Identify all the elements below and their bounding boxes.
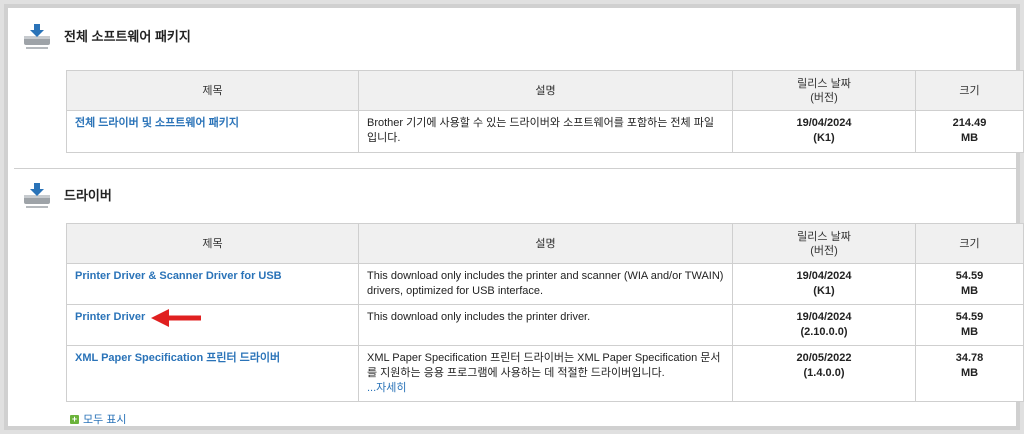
- table-row: Printer Driver & Scanner Driver for USB …: [66, 263, 1024, 305]
- column-header-size: 크기: [915, 70, 1024, 111]
- file-size: 34.78 MB: [915, 345, 1024, 402]
- section-title: 드라이버: [64, 188, 112, 203]
- file-size: 54.59 MB: [915, 304, 1024, 346]
- read-more-link[interactable]: ...자세히: [367, 382, 407, 394]
- download-title-link[interactable]: Printer Driver: [75, 311, 145, 323]
- column-header-description: 설명: [358, 70, 733, 111]
- page-frame: 전체 소프트웨어 패키지 제목 설명 릴리스 날짜 (버전) 크기 전체 드라이…: [4, 4, 1024, 431]
- column-header-title: 제목: [66, 70, 359, 111]
- column-header-title: 제목: [66, 223, 359, 264]
- column-header-release-date: 릴리스 날짜 (버전): [732, 223, 916, 264]
- downloads-table: 제목 설명 릴리스 날짜 (버전) 크기 Printer Driver & Sc…: [66, 223, 1024, 402]
- column-header-description: 설명: [358, 223, 733, 264]
- download-tray-icon: [24, 183, 50, 208]
- file-size: 54.59 MB: [915, 263, 1024, 305]
- section-divider: [14, 168, 1018, 169]
- release-date: 19/04/2024 (K1): [732, 263, 916, 305]
- download-tray-icon: [24, 24, 50, 49]
- full-software-package-section: 전체 소프트웨어 패키지 제목 설명 릴리스 날짜 (버전) 크기 전체 드라이…: [14, 14, 1024, 168]
- download-description: XML Paper Specification 프린터 드라이버는 XML Pa…: [358, 345, 733, 402]
- release-date: 20/05/2022 (1.4.0.0): [732, 345, 916, 402]
- download-title-link[interactable]: 전체 드라이버 및 소프트웨어 패키지: [75, 117, 239, 129]
- download-description: This download only includes the printer …: [358, 304, 733, 346]
- download-title-link[interactable]: Printer Driver & Scanner Driver for USB: [75, 270, 282, 282]
- table-row: XML Paper Specification 프린터 드라이버 XML Pap…: [66, 345, 1024, 402]
- download-description: Brother 기기에 사용할 수 있는 드라이버와 소프트웨어를 포함하는 전…: [358, 110, 733, 153]
- drivers-section: 드라이버 제목 설명 릴리스 날짜 (버전) 크기 Printer Driver…: [14, 173, 1024, 431]
- download-title-link[interactable]: XML Paper Specification 프린터 드라이버: [75, 352, 280, 364]
- download-description: This download only includes the printer …: [358, 263, 733, 305]
- table-row: 전체 드라이버 및 소프트웨어 패키지 Brother 기기에 사용할 수 있는…: [66, 110, 1024, 153]
- column-header-size: 크기: [915, 223, 1024, 264]
- show-all-label: 모두 표시: [83, 414, 127, 426]
- red-arrow-icon: [151, 309, 201, 327]
- table-header-row: 제목 설명 릴리스 날짜 (버전) 크기: [66, 70, 1024, 111]
- release-date: 19/04/2024 (2.10.0.0): [732, 304, 916, 346]
- table-header-row: 제목 설명 릴리스 날짜 (버전) 크기: [66, 223, 1024, 264]
- column-header-release-date: 릴리스 날짜 (버전): [732, 70, 916, 111]
- plus-icon: +: [70, 413, 79, 424]
- table-row: Printer Driver This download only includ…: [66, 304, 1024, 346]
- show-all-link[interactable]: + 모두 표시: [70, 411, 127, 427]
- downloads-table: 제목 설명 릴리스 날짜 (버전) 크기 전체 드라이버 및 소프트웨어 패키지…: [66, 70, 1024, 153]
- file-size: 214.49 MB: [915, 110, 1024, 153]
- release-date: 19/04/2024 (K1): [732, 110, 916, 153]
- section-title: 전체 소프트웨어 패키지: [64, 29, 191, 44]
